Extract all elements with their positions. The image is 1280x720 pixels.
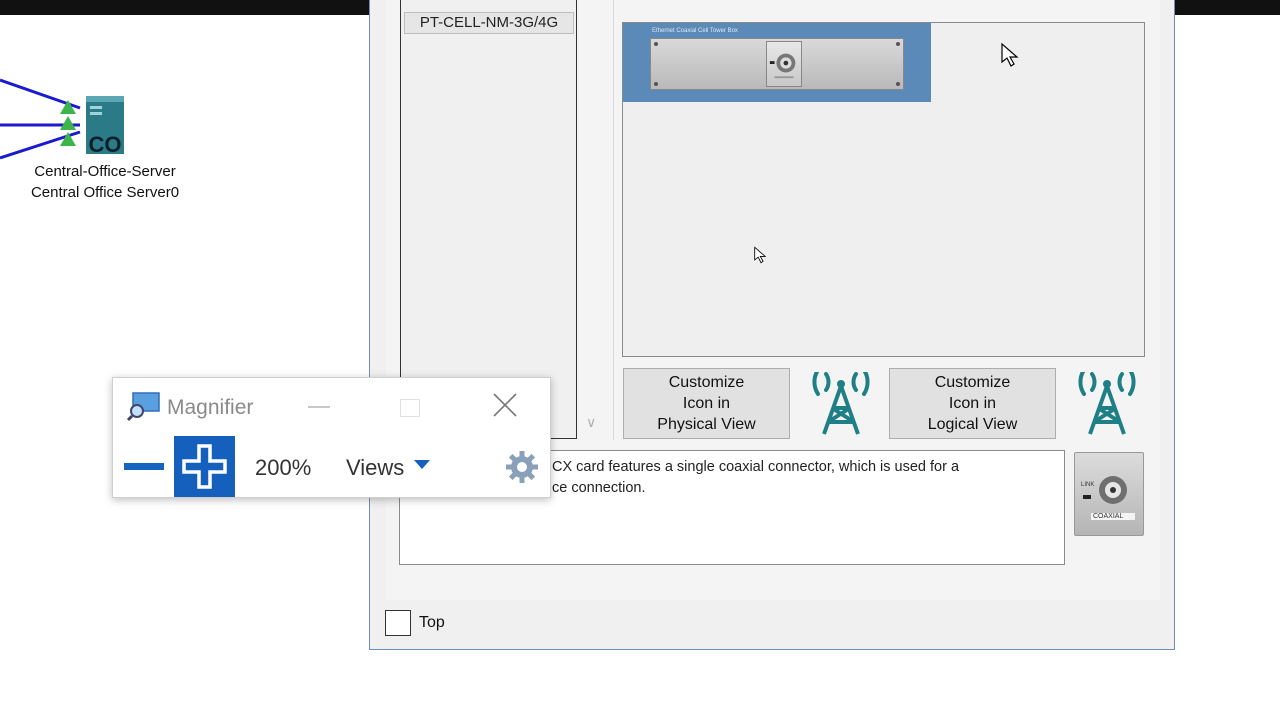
central-office-server-icon[interactable]: CO bbox=[84, 94, 126, 156]
thumbnail-label: COAXIAL bbox=[1093, 513, 1124, 520]
server-badge: CO bbox=[89, 132, 122, 156]
scroll-down-icon[interactable]: ∨ bbox=[586, 414, 596, 431]
plus-icon bbox=[182, 444, 227, 489]
top-checkbox-label: Top bbox=[419, 614, 445, 631]
close-icon[interactable] bbox=[492, 392, 518, 418]
cell-tower-icon bbox=[1078, 372, 1136, 435]
cell-tower-icon bbox=[812, 372, 870, 435]
device-type-label: Central-Office-Server bbox=[34, 163, 176, 180]
top-checkbox[interactable] bbox=[385, 610, 411, 636]
mouse-cursor-icon bbox=[1001, 43, 1019, 67]
description-line: CX card features a single coaxial connec… bbox=[552, 459, 960, 475]
module-panel-title: Ethernet Coaxial Cell Tower Box bbox=[652, 28, 738, 34]
minimize-icon[interactable] bbox=[308, 406, 330, 408]
magnifier-app-icon bbox=[127, 392, 160, 421]
zoom-level: 200% bbox=[255, 455, 312, 480]
maximize-icon[interactable] bbox=[400, 399, 420, 417]
customize-physical-view-button[interactable]: Customize Icon in Physical View bbox=[623, 368, 790, 439]
minus-icon bbox=[124, 463, 164, 470]
magnifier-title: Magnifier bbox=[167, 396, 254, 419]
module-thumbnail: LINK COAXIAL bbox=[1074, 452, 1144, 536]
module-list-scrollbar[interactable] bbox=[578, 0, 614, 440]
device-name-label: Central Office Server0 bbox=[30, 184, 180, 201]
zoom-in-button[interactable] bbox=[174, 436, 235, 497]
module-list[interactable] bbox=[400, 0, 577, 439]
description-line: ce connection. bbox=[552, 480, 646, 496]
views-menu-button[interactable]: Views bbox=[346, 455, 404, 481]
thumbnail-link-label: LINK bbox=[1081, 482, 1095, 488]
coaxial-port-icon[interactable] bbox=[766, 41, 802, 87]
gear-icon[interactable] bbox=[504, 449, 540, 485]
customize-logical-view-button[interactable]: Customize Icon in Logical View bbox=[889, 368, 1056, 439]
chevron-down-icon[interactable] bbox=[414, 460, 430, 469]
module-item[interactable]: PT-CELL-NM-3G/4G bbox=[404, 12, 574, 34]
coaxial-connector-icon bbox=[1083, 476, 1135, 520]
mouse-cursor-icon bbox=[754, 246, 767, 264]
